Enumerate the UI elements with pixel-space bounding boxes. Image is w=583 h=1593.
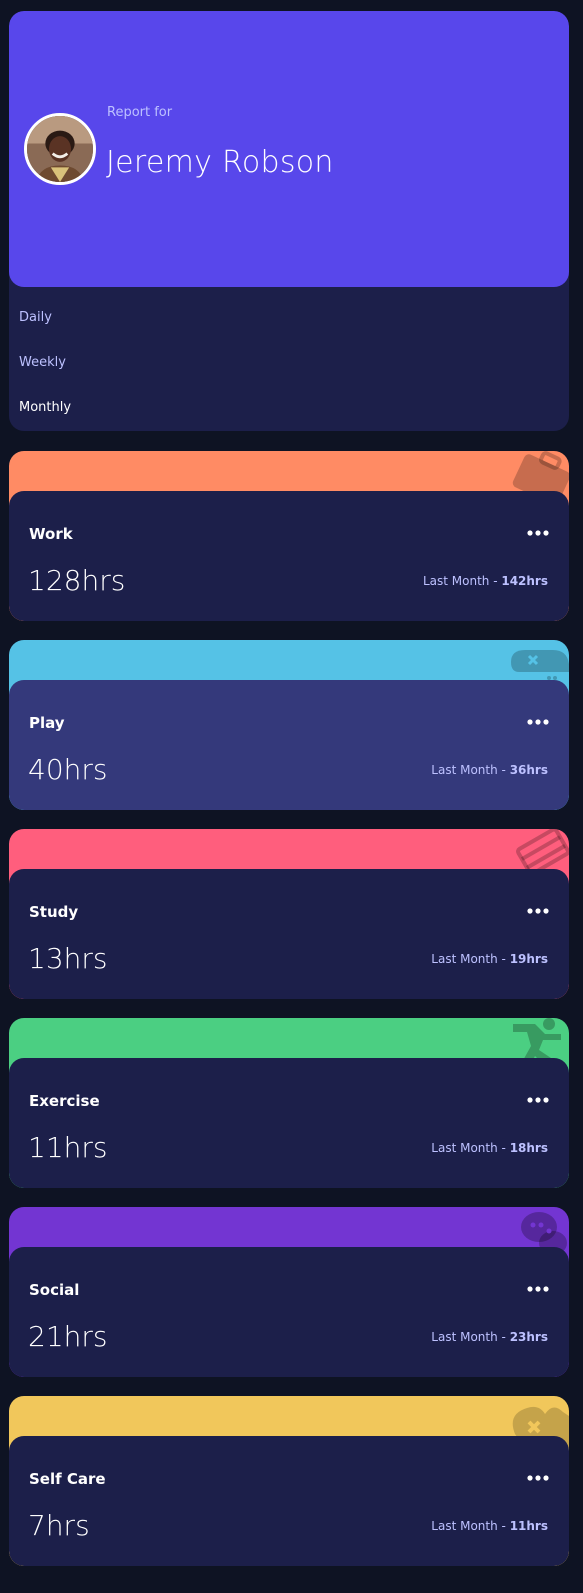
profile-header: Report for Jeremy Robson (9, 11, 569, 287)
activity-previous: Last Month - 19hrs (431, 952, 548, 966)
avatar (24, 113, 96, 185)
activity-previous: Last Month - 23hrs (431, 1330, 548, 1344)
previous-label: Last Month - (431, 1141, 510, 1155)
activity-card-exercise[interactable]: Exercise 11hrs Last Month - 18hrs (9, 1018, 569, 1188)
report-for-label: Report for (107, 105, 173, 120)
activity-current-hours: 13hrs (28, 942, 108, 975)
activity-title: Social (29, 1281, 80, 1299)
activity-title: Study (29, 903, 79, 921)
activity-card-body[interactable]: Self Care 7hrs Last Month - 11hrs (9, 1436, 569, 1566)
previous-label: Last Month - (431, 763, 510, 777)
activity-current-hours: 40hrs (28, 753, 108, 786)
timeframe-monthly[interactable]: Monthly (19, 400, 71, 415)
activity-previous: Last Month - 11hrs (431, 1519, 548, 1533)
activity-previous: Last Month - 142hrs (423, 574, 548, 588)
previous-label: Last Month - (431, 1519, 510, 1533)
activity-title: Self Care (29, 1470, 106, 1488)
activity-title: Work (29, 525, 73, 543)
ellipsis-icon[interactable] (527, 529, 549, 537)
timeframe-daily[interactable]: Daily (19, 310, 52, 325)
activity-card-self-care[interactable]: Self Care 7hrs Last Month - 11hrs (9, 1396, 569, 1566)
activity-card-body[interactable]: Play 40hrs Last Month - 36hrs (9, 680, 569, 810)
activity-card-body[interactable]: Work 128hrs Last Month - 142hrs (9, 491, 569, 621)
timeframe-weekly[interactable]: Weekly (19, 355, 66, 370)
activity-card-play[interactable]: Play 40hrs Last Month - 36hrs (9, 640, 569, 810)
activity-previous: Last Month - 18hrs (431, 1141, 548, 1155)
activity-card-body[interactable]: Exercise 11hrs Last Month - 18hrs (9, 1058, 569, 1188)
activity-previous: Last Month - 36hrs (431, 763, 548, 777)
previous-hours: 19hrs (509, 952, 548, 966)
activity-card-body[interactable]: Social 21hrs Last Month - 23hrs (9, 1247, 569, 1377)
ellipsis-icon[interactable] (527, 1285, 549, 1293)
previous-hours: 23hrs (509, 1330, 548, 1344)
previous-hours: 11hrs (509, 1519, 548, 1533)
previous-label: Last Month - (431, 1330, 510, 1344)
previous-hours: 36hrs (509, 763, 548, 777)
ellipsis-icon[interactable] (527, 907, 549, 915)
ellipsis-icon[interactable] (527, 718, 549, 726)
activity-current-hours: 11hrs (28, 1131, 108, 1164)
previous-label: Last Month - (422, 574, 502, 588)
activity-title: Exercise (29, 1092, 100, 1110)
previous-hours: 142hrs (501, 574, 548, 588)
user-name: Jeremy Robson (106, 145, 334, 180)
activity-card-work[interactable]: Work 128hrs Last Month - 142hrs (9, 451, 569, 621)
activity-current-hours: 7hrs (28, 1509, 90, 1542)
previous-label: Last Month - (431, 952, 510, 966)
activity-current-hours: 21hrs (28, 1320, 108, 1353)
activity-title: Play (29, 714, 65, 732)
profile-card: Report for Jeremy Robson Daily Weekly Mo… (9, 11, 569, 431)
activity-card-study[interactable]: Study 13hrs Last Month - 19hrs (9, 829, 569, 999)
ellipsis-icon[interactable] (527, 1096, 549, 1104)
activity-card-body[interactable]: Study 13hrs Last Month - 19hrs (9, 869, 569, 999)
previous-hours: 18hrs (509, 1141, 548, 1155)
activity-card-social[interactable]: Social 21hrs Last Month - 23hrs (9, 1207, 569, 1377)
activity-current-hours: 128hrs (28, 564, 126, 597)
user-avatar-icon (27, 116, 93, 182)
ellipsis-icon[interactable] (527, 1474, 549, 1482)
